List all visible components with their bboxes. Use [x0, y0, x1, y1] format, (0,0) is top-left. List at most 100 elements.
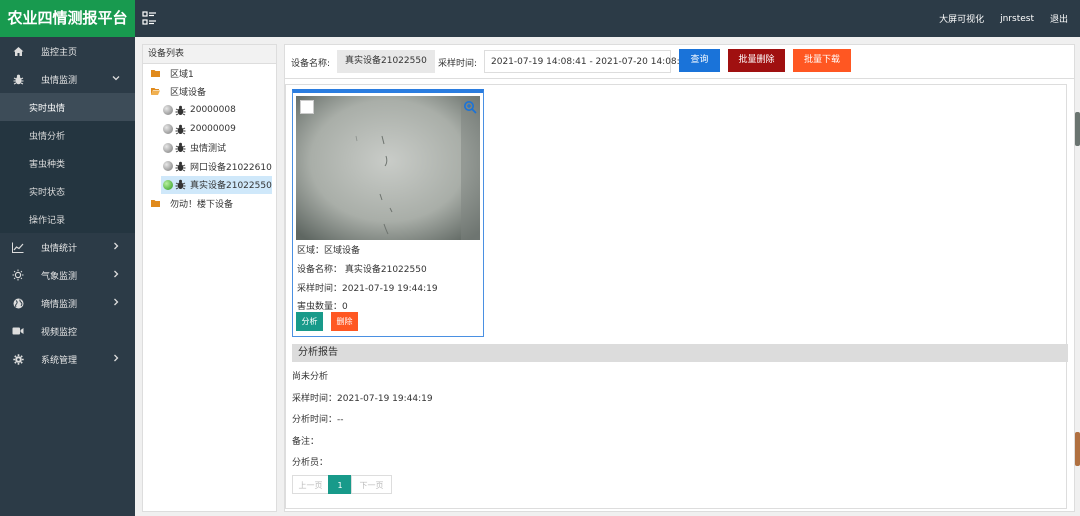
line-chart-icon: [12, 241, 24, 253]
top-header: 农业四情测报平台 大屏可视化 jnrstest 退出: [0, 0, 1080, 37]
tree-node-device[interactable]: 网口设备21022610: [143, 157, 276, 176]
sidebar-item-soil[interactable]: 墒情监测: [0, 289, 135, 317]
status-offline-icon: [163, 124, 173, 135]
sidebar-item-label: 视频监控: [41, 327, 78, 338]
video-icon: [12, 325, 24, 337]
card-delete-button[interactable]: 删除: [331, 312, 358, 331]
status-online-icon: [163, 179, 173, 190]
query-button[interactable]: 查询: [679, 49, 720, 72]
report-analyst: 分析员：: [292, 458, 329, 468]
chevron-down-icon: [111, 73, 121, 83]
report-analysis-time: 分析时间：--: [292, 415, 344, 425]
page-1-button[interactable]: 1: [328, 475, 352, 494]
batch-delete-button[interactable]: 批量删除: [728, 49, 785, 72]
folder-icon: [151, 199, 160, 207]
bug-icon: [175, 180, 186, 190]
sidebar-subitem-operation-log[interactable]: 操作记录: [0, 205, 135, 233]
tree-node-region1[interactable]: 区域1: [143, 64, 276, 83]
sidebar-subgroup-pest: 实时虫情 虫情分析 害虫种类 实时状态 操作记录: [0, 93, 135, 233]
device-name-field[interactable]: 真实设备21022550: [337, 50, 435, 73]
tree-node-label: 勿动！楼下设备: [170, 199, 234, 210]
sidebar-subitem-realtime-status[interactable]: 实时状态: [0, 177, 135, 205]
tree-node-device[interactable]: 虫情测试: [143, 138, 276, 157]
chevron-right-icon: [111, 297, 121, 307]
app-title: 农业四情测报平台: [0, 0, 135, 37]
card-pest-count: 害虫数量：0: [297, 302, 348, 312]
report-sample-time: 采样时间：2021-07-19 19:44:19: [292, 394, 433, 404]
user-name-link[interactable]: jnrstest: [1000, 14, 1034, 24]
sidebar-item-home[interactable]: 监控主页: [0, 37, 135, 65]
tree-node-label: 虫情测试: [190, 144, 227, 155]
header-links: 大屏可视化 jnrstest 退出: [939, 0, 1068, 37]
tree-node-label: 区域1: [170, 69, 194, 80]
sidebar-item-pest-stats[interactable]: 虫情统计: [0, 233, 135, 261]
bug-icon: [175, 161, 186, 172]
chevron-right-icon: [111, 353, 121, 363]
home-icon: [12, 45, 24, 57]
tree-node-label: 20000008: [190, 105, 236, 116]
capture-card[interactable]: 区域：区域设备 设备名称： 真实设备21022550 采样时间：2021-07-…: [292, 89, 484, 337]
sidebar-subitem-realtime-pest[interactable]: 实时虫情: [0, 93, 135, 121]
sidebar-item-label: 气象监测: [41, 271, 78, 282]
tree-node-device[interactable]: 20000008: [143, 101, 276, 120]
report-title: 分析报告: [292, 344, 1068, 362]
prev-page-button[interactable]: 上一页: [292, 475, 329, 494]
time-range-input[interactable]: 2021-07-19 14:08:41 - 2021-07-20 14:08:4…: [484, 50, 691, 73]
scrollbar-thumb-top[interactable]: [1075, 112, 1080, 146]
tree-node-label: 20000009: [190, 124, 236, 135]
logout-link[interactable]: 退出: [1050, 12, 1068, 25]
card-region: 区域：区域设备: [297, 246, 361, 256]
status-offline-icon: [163, 142, 173, 153]
report-status: 尚未分析: [292, 372, 329, 382]
folder-icon: [151, 69, 160, 77]
tree-node-device[interactable]: 20000009: [143, 120, 276, 139]
next-page-button[interactable]: 下一页: [351, 475, 392, 494]
globe-icon: [12, 297, 24, 309]
sidebar: 监控主页 虫情监测 实时虫情 虫情分析 害虫种类 实时状态 操作记录 虫情统计 …: [0, 37, 135, 516]
results-area: 区域：区域设备 设备名称： 真实设备21022550 采样时间：2021-07-…: [285, 84, 1068, 509]
capture-image[interactable]: [296, 96, 480, 240]
bug-icon: [175, 124, 186, 134]
filter-bar: 设备名称: 真实设备21022550 采样时间: 2021-07-19 14:0…: [285, 45, 1074, 79]
sidebar-item-label: 系统管理: [41, 355, 78, 366]
device-name-label: 设备名称:: [291, 59, 331, 69]
sidebar-item-video[interactable]: 视频监控: [0, 317, 135, 345]
analyze-button[interactable]: 分析: [296, 312, 323, 331]
sidebar-item-label: 墒情监测: [41, 299, 78, 310]
card-sample-time: 采样时间：2021-07-19 19:44:19: [297, 284, 438, 294]
tree-node-label: 真实设备21022550: [190, 181, 272, 192]
sidebar-item-weather[interactable]: 气象监测: [0, 261, 135, 289]
chevron-right-icon: [111, 241, 121, 251]
tree-node-device-selected[interactable]: 真实设备21022550: [161, 175, 272, 195]
device-tree-title: 设备列表: [143, 45, 276, 64]
menu-toggle-icon[interactable]: [142, 11, 157, 26]
status-offline-icon: [163, 105, 173, 116]
main-panel: 设备名称: 真实设备21022550 采样时间: 2021-07-19 14:0…: [284, 44, 1075, 512]
device-tree-panel: 设备列表 区域1 区域设备 20000008 20000009 虫情测试 网口设…: [142, 44, 277, 512]
tree-node-label: 区域设备: [170, 88, 207, 99]
sidebar-item-label: 虫情监测: [41, 75, 78, 86]
tree-node-label: 网口设备21022610: [190, 162, 272, 173]
scrollbar-thumb-bottom[interactable]: [1075, 432, 1080, 466]
card-device-name: 设备名称： 真实设备21022550: [297, 265, 427, 275]
sidebar-item-pest-monitor[interactable]: 虫情监测: [0, 65, 135, 93]
bug-icon: [175, 142, 186, 153]
sample-time-label: 采样时间:: [438, 59, 478, 69]
sidebar-item-label: 监控主页: [41, 47, 78, 58]
select-checkbox[interactable]: [300, 100, 314, 114]
gear-icon: [12, 353, 24, 365]
big-screen-link[interactable]: 大屏可视化: [939, 12, 984, 25]
bug-icon: [175, 105, 186, 116]
tree-node-other[interactable]: 勿动！楼下设备: [143, 194, 276, 213]
pagination: 上一页 1 下一页: [292, 475, 392, 494]
chevron-right-icon: [111, 269, 121, 279]
batch-download-button[interactable]: 批量下载: [793, 49, 851, 72]
report-note: 备注：: [292, 437, 320, 447]
folder-open-icon: [151, 88, 160, 96]
tree-node-region-devices[interactable]: 区域设备: [143, 83, 276, 102]
bug-icon: [12, 73, 24, 85]
zoom-icon[interactable]: [463, 100, 477, 114]
sidebar-item-system[interactable]: 系统管理: [0, 345, 135, 373]
sidebar-subitem-pest-analysis[interactable]: 虫情分析: [0, 121, 135, 149]
sidebar-subitem-pest-types[interactable]: 害虫种类: [0, 149, 135, 177]
